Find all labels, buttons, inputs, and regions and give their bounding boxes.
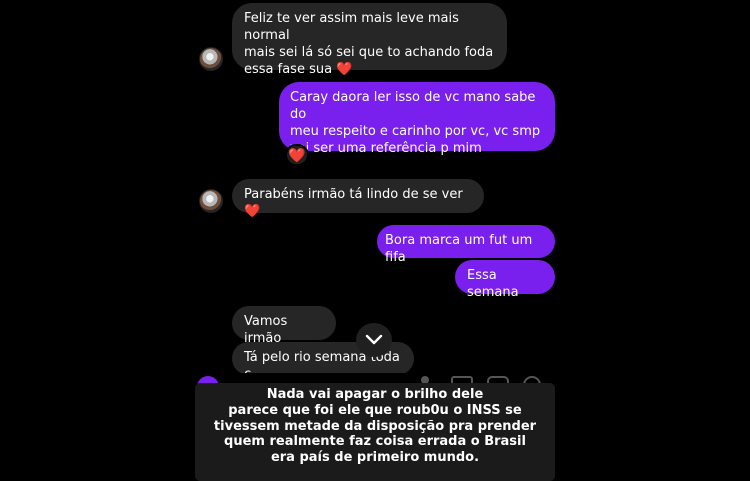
instagram-chat-screenshot: Feliz te ver assim mais leve mais normal… xyxy=(0,0,750,481)
contact-avatar xyxy=(199,47,223,71)
heart-reaction-icon[interactable]: ❤️ xyxy=(285,144,309,166)
incoming-message-2: Parabéns irmão tá lindo de se ver ❤️ xyxy=(232,179,484,219)
outgoing-message-3: Essa semana xyxy=(455,260,555,300)
outgoing-message-1: Caray daora ler isso de vc mano sabe do … xyxy=(279,82,555,156)
incoming-message-1: Feliz te ver assim mais leve mais normal… xyxy=(232,3,507,77)
caption-overlay: Nada vai apagar o brilho dele parece que… xyxy=(195,383,555,481)
incoming-message-3: Vamos irmão xyxy=(232,306,336,346)
outgoing-message-2: Bora marca um fut um fifa xyxy=(377,225,555,265)
scroll-down-button[interactable] xyxy=(356,323,392,357)
contact-avatar xyxy=(199,189,223,213)
chevron-down-icon xyxy=(365,334,383,345)
